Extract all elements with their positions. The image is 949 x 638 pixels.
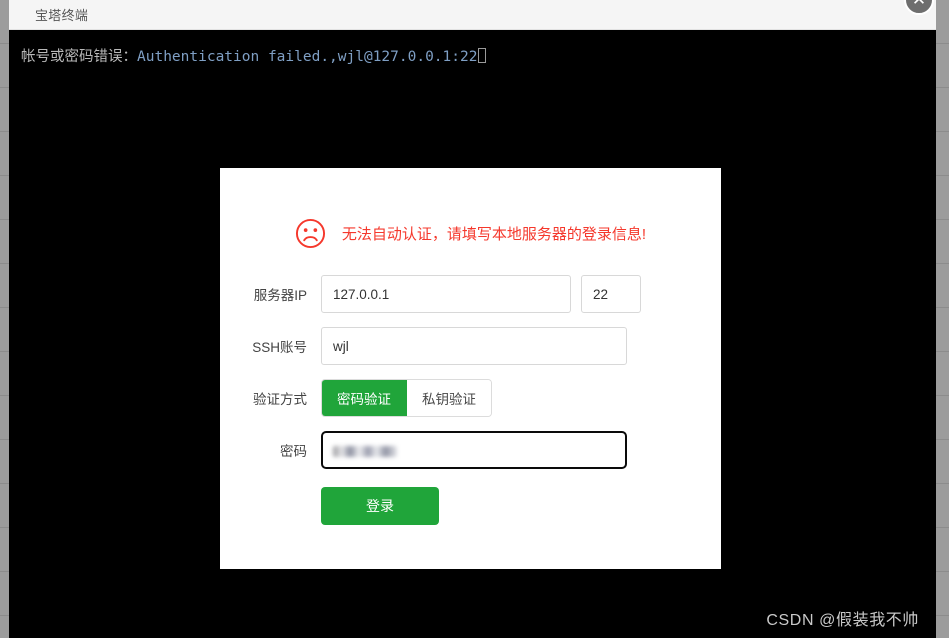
auth-method-privatekey-button[interactable]: 私钥验证 xyxy=(407,380,491,416)
password-input[interactable] xyxy=(321,431,627,469)
ssh-login-dialog: 无法自动认证，请填写本地服务器的登录信息! 服务器IP SSH账号 xyxy=(220,168,721,569)
terminal-error-prefix: 帐号或密码错误： xyxy=(21,49,137,65)
alert-banner: 无法自动认证，请填写本地服务器的登录信息! xyxy=(220,218,721,249)
alert-message: 无法自动认证，请填写本地服务器的登录信息! xyxy=(341,226,647,243)
server-ip-input[interactable] xyxy=(321,275,571,313)
terminal-cursor xyxy=(478,48,487,63)
ssh-user-controls xyxy=(321,327,627,365)
label-password: 密码 xyxy=(280,444,307,459)
sad-face-icon xyxy=(295,218,325,249)
submit-controls: 登录 xyxy=(321,487,439,525)
ssh-login-form: 服务器IP SSH账号 验证方式 xyxy=(220,275,721,525)
label-ssh-user: SSH账号 xyxy=(252,340,307,355)
page-right-scroll-gutter[interactable] xyxy=(936,0,949,638)
window-titlebar: 宝塔终端 xyxy=(9,0,936,30)
page-left-gutter xyxy=(0,0,9,638)
auth-method-password-button[interactable]: 密码验证 xyxy=(322,380,407,416)
auth-method-toggle-group: 密码验证 私钥验证 xyxy=(321,379,492,417)
field-row-server-ip: 服务器IP xyxy=(220,275,721,313)
watermark-text: CSDN @假装我不帅 xyxy=(766,612,919,629)
label-server-ip: 服务器IP xyxy=(253,288,307,303)
terminal-error-message: Authentication failed.,wjl@127.0.0.1:22 xyxy=(137,49,478,65)
terminal-line: 帐号或密码错误：Authentication failed.,wjl@127.0… xyxy=(21,47,487,67)
login-button[interactable]: 登录 xyxy=(321,487,439,525)
page-root: 宝塔终端 ✕ 帐号或密码错误：Authentication failed.,wj… xyxy=(0,0,949,638)
password-masked-value xyxy=(333,446,397,457)
field-row-ssh-user: SSH账号 xyxy=(220,327,721,365)
field-row-submit: 登录 xyxy=(220,487,721,525)
terminal-output-area[interactable]: 帐号或密码错误：Authentication failed.,wjl@127.0… xyxy=(9,30,936,638)
window-title: 宝塔终端 xyxy=(35,8,89,23)
port-input[interactable] xyxy=(581,275,641,313)
terminal-window: 宝塔终端 ✕ 帐号或密码错误：Authentication failed.,wj… xyxy=(9,0,936,638)
label-auth-method: 验证方式 xyxy=(253,392,307,407)
password-controls xyxy=(321,431,627,469)
auth-method-controls: 密码验证 私钥验证 xyxy=(321,379,492,417)
ssh-user-input[interactable] xyxy=(321,327,627,365)
field-row-auth-method: 验证方式 密码验证 私钥验证 xyxy=(220,379,721,417)
field-row-password: 密码 xyxy=(220,431,721,469)
server-ip-controls xyxy=(321,275,641,313)
